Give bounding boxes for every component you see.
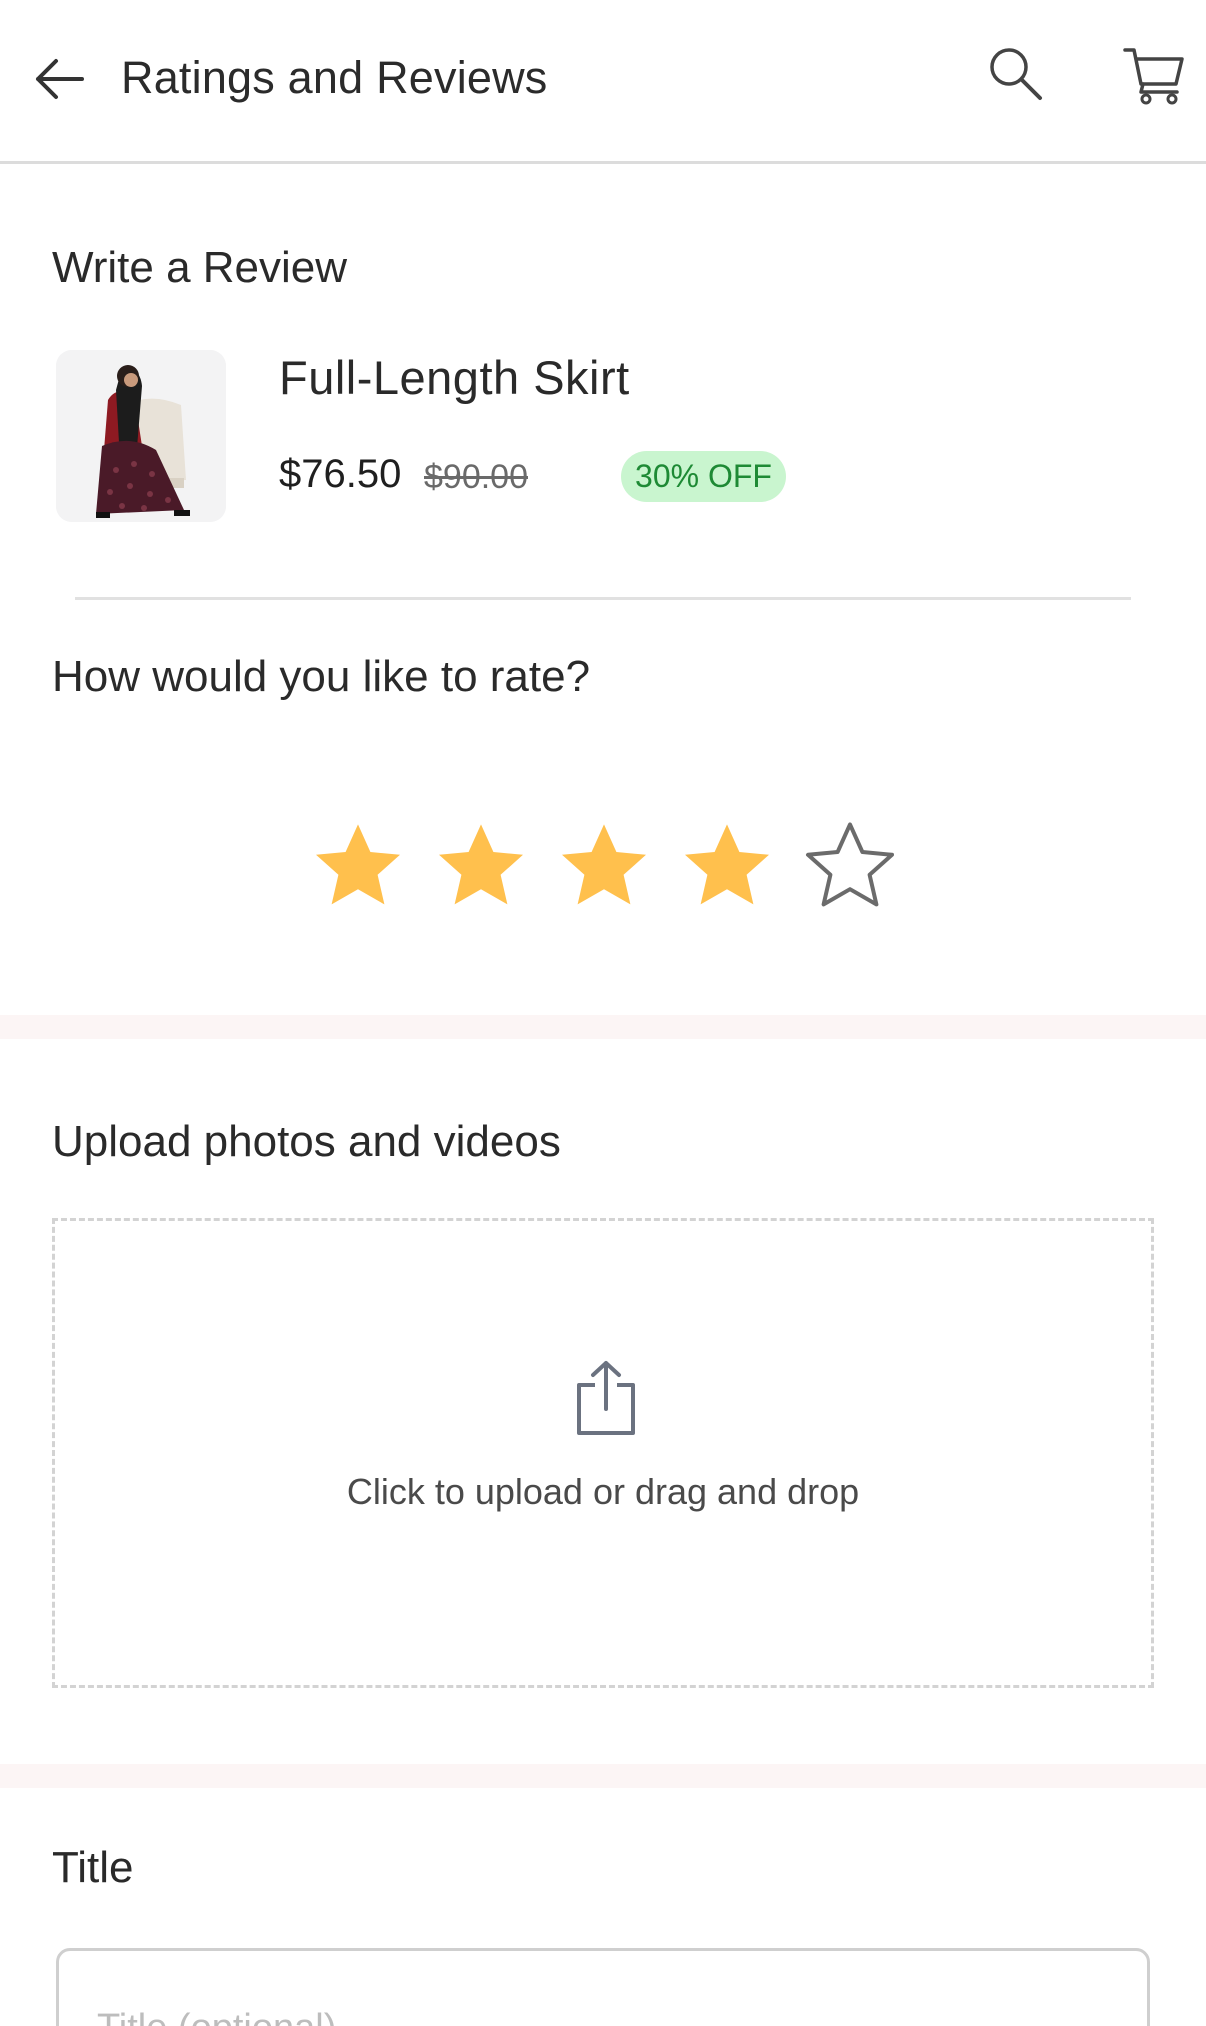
title-label: Title bbox=[52, 1843, 134, 1892]
discount-badge: 30% OFF bbox=[621, 451, 786, 502]
write-review-heading: Write a Review bbox=[52, 243, 348, 292]
star-3-icon[interactable] bbox=[556, 818, 652, 914]
star-4-icon[interactable] bbox=[679, 818, 775, 914]
app-bar: Ratings and Reviews bbox=[0, 0, 1206, 164]
original-price: $90.00 bbox=[424, 458, 528, 496]
rating-question: How would you like to rate? bbox=[52, 652, 591, 701]
back-arrow-icon[interactable] bbox=[30, 48, 90, 108]
search-icon[interactable] bbox=[986, 44, 1046, 104]
ratings-reviews-page: Ratings and Reviews Write a Review Full-… bbox=[0, 0, 1206, 2026]
section-separator bbox=[0, 1764, 1206, 1788]
upload-share-icon bbox=[571, 1359, 641, 1437]
upload-prompt: Click to upload or drag and drop bbox=[346, 1471, 860, 1512]
divider bbox=[75, 597, 1131, 600]
current-price: $76.50 bbox=[279, 452, 402, 496]
star-1-icon[interactable] bbox=[310, 818, 406, 914]
star-rating bbox=[310, 818, 900, 928]
cart-icon[interactable] bbox=[1122, 44, 1186, 106]
star-5-icon[interactable] bbox=[802, 818, 898, 914]
product-name: Full-Length Skirt bbox=[279, 351, 630, 404]
upload-dropzone[interactable]: Click to upload or drag and drop bbox=[52, 1218, 1154, 1688]
title-input[interactable] bbox=[56, 1948, 1150, 2026]
section-separator bbox=[0, 1015, 1206, 1039]
page-title: Ratings and Reviews bbox=[121, 52, 548, 103]
product-image bbox=[56, 350, 226, 522]
star-2-icon[interactable] bbox=[433, 818, 529, 914]
upload-heading: Upload photos and videos bbox=[52, 1117, 561, 1166]
